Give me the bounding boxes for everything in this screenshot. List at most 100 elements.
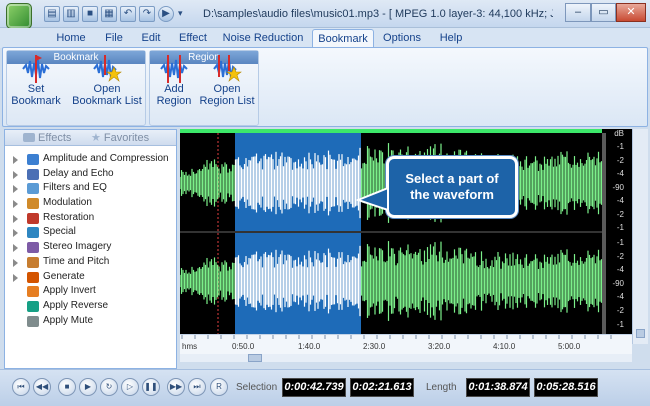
filter-icon	[27, 183, 39, 195]
play-icon[interactable]: ▶	[158, 6, 174, 22]
stop-button[interactable]: ■	[58, 378, 76, 396]
tab-file[interactable]: File	[96, 29, 132, 48]
db-scale-label: -90	[612, 279, 624, 288]
tab-help[interactable]: Help	[432, 29, 470, 48]
expand-arrow-icon[interactable]	[13, 200, 18, 209]
callout-line-2: the waveform	[410, 187, 494, 202]
horizontal-scrollbar[interactable]	[180, 354, 632, 362]
effects-tree-item[interactable]: Delay and Echo	[5, 167, 176, 182]
effects-tree-item[interactable]: Apply Invert	[5, 284, 176, 299]
effects-tree-item-label: Filters and EQ	[43, 182, 107, 194]
play-button[interactable]: ▶	[79, 378, 97, 396]
skip-to-end-button[interactable]: ⏭	[188, 378, 206, 396]
record-label: R	[216, 382, 222, 391]
expand-arrow-icon[interactable]	[13, 258, 18, 267]
generate-icon	[27, 271, 39, 283]
open-folder-icon[interactable]: ▥	[63, 6, 79, 22]
rewind-button[interactable]: ◀◀	[33, 378, 51, 396]
expand-arrow-icon[interactable]	[13, 185, 18, 194]
undo-icon[interactable]: ↶	[120, 6, 136, 22]
record-button[interactable]: R	[210, 378, 228, 396]
effects-tree-item[interactable]: Apply Reverse	[5, 299, 176, 314]
expand-arrow-icon[interactable]	[13, 156, 18, 164]
db-scale-label: -1	[617, 238, 625, 247]
panel-tabs: Effects ★ Favorites	[5, 130, 176, 146]
vertical-scroll-thumb[interactable]	[636, 329, 645, 338]
total-length-field[interactable]: 0:05:28.516	[534, 378, 598, 397]
delay-icon	[27, 168, 39, 180]
fast-forward-button[interactable]: ▶▶	[167, 378, 185, 396]
open-bookmark-list-button[interactable]: Open Bookmark List	[69, 53, 145, 107]
tab-effects[interactable]: Effects	[23, 131, 83, 145]
loop-button[interactable]: ↻	[100, 378, 118, 396]
tab-bookmark[interactable]: Bookmark	[312, 29, 374, 48]
add-region-label-2: Region	[156, 95, 192, 107]
length-field[interactable]: 0:01:38.874	[466, 378, 530, 397]
db-scale-label: -4	[617, 196, 625, 205]
expand-arrow-icon[interactable]	[13, 244, 18, 253]
effects-tree-item-label: Stereo Imagery	[43, 241, 112, 253]
selection-end-field[interactable]: 0:02:21.613	[350, 378, 414, 397]
expand-arrow-icon[interactable]	[13, 273, 18, 282]
open-bookmark-list-label-2: Bookmark List	[72, 95, 142, 107]
vertical-scrollbar[interactable]	[632, 129, 648, 344]
minimize-button[interactable]: ‒	[565, 3, 591, 22]
close-button[interactable]: ✕	[616, 3, 646, 22]
loop-icon: ↻	[105, 382, 113, 391]
time-pitch-icon	[27, 256, 39, 268]
tab-noise-reduction[interactable]: Noise Reduction	[220, 29, 306, 48]
pause-button[interactable]: ❚❚	[142, 378, 160, 396]
special-icon	[27, 227, 39, 239]
tab-favorites[interactable]: ★ Favorites	[91, 131, 161, 145]
play-selection-button[interactable]: ▷	[121, 378, 139, 396]
redo-icon[interactable]: ↷	[139, 6, 155, 22]
amplitude-icon	[27, 154, 39, 165]
effects-tree-item[interactable]: Filters and EQ	[5, 181, 176, 196]
open-region-list-button[interactable]: Open Region List	[198, 53, 256, 107]
tab-effect[interactable]: Effect	[172, 29, 214, 48]
expand-arrow-icon[interactable]	[13, 214, 18, 223]
app-logo-icon[interactable]	[6, 3, 32, 29]
time-ruler-label: 3:20.0	[428, 342, 451, 351]
instruction-callout: Select a part of the waveform	[386, 156, 518, 218]
add-region-button[interactable]: Add Region	[154, 53, 194, 107]
effects-tree-item[interactable]: Generate	[5, 270, 176, 285]
effects-tree-item[interactable]: Time and Pitch	[5, 255, 176, 270]
effects-tree-item[interactable]: Amplitude and Compression	[5, 152, 176, 167]
save-icon[interactable]: ■	[82, 6, 98, 22]
effects-tree-item[interactable]: Modulation	[5, 196, 176, 211]
time-ruler-label: 2:30.0	[363, 342, 386, 351]
tab-edit[interactable]: Edit	[134, 29, 168, 48]
print-icon[interactable]: ▦	[101, 6, 117, 22]
expand-arrow-icon[interactable]	[13, 229, 18, 238]
db-scale-label: -1	[617, 142, 625, 151]
play-selection-icon: ▷	[126, 382, 134, 391]
invert-icon	[27, 286, 39, 298]
maximize-button[interactable]: ▭	[591, 3, 616, 22]
effects-tree-item[interactable]: Special	[5, 225, 176, 240]
effects-tree-item[interactable]: Stereo Imagery	[5, 240, 176, 255]
tab-options[interactable]: Options	[378, 29, 426, 48]
horizontal-scroll-thumb[interactable]	[248, 354, 262, 362]
set-bookmark-label-1: Set	[27, 83, 45, 95]
expand-arrow-icon[interactable]	[13, 170, 18, 179]
restoration-icon	[27, 212, 39, 224]
effects-tree-item-label: Delay and Echo	[43, 167, 114, 179]
set-bookmark-button[interactable]: Set Bookmark	[9, 53, 63, 107]
selection-start-field[interactable]: 0:00:42.739	[282, 378, 346, 397]
ribbon-panel: Set Bookmark Open Bookmark List Bookmark	[2, 47, 648, 127]
time-ruler[interactable]: hms 0:50.0 1:40.0 2:30.0 3:20.0 4:10.0 5:00.0	[180, 334, 632, 354]
new-file-icon[interactable]: ▤	[44, 6, 60, 22]
effects-tree-item-label: Restoration	[43, 211, 95, 223]
skip-to-start-button[interactable]: ⏮	[12, 378, 30, 396]
quick-access-dropdown-icon[interactable]: ▾	[178, 8, 183, 19]
effects-tree-item[interactable]: Apply Mute	[5, 314, 176, 329]
set-bookmark-label-2: Bookmark	[11, 95, 61, 107]
effects-tree: Amplitude and Compression Delay and Echo F…	[5, 152, 176, 328]
add-region-label-1: Add	[164, 83, 184, 95]
effects-tree-item[interactable]: Restoration	[5, 211, 176, 226]
overview-bar	[180, 129, 602, 133]
db-scale-label: -2	[617, 306, 625, 315]
scale-separator	[602, 133, 606, 334]
tab-home[interactable]: Home	[48, 29, 94, 48]
